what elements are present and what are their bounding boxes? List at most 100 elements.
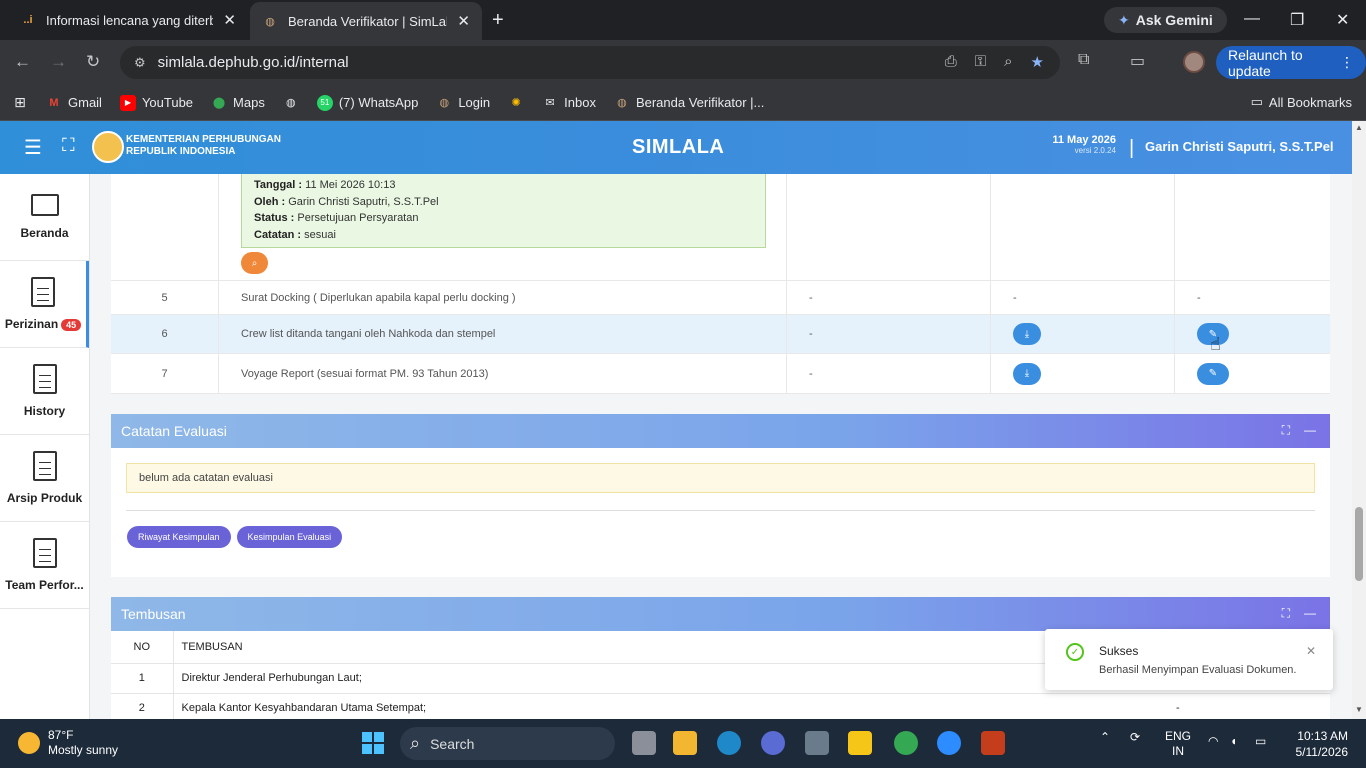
reload-icon[interactable]: ↻: [86, 52, 100, 72]
sidebar-item-history[interactable]: History: [0, 348, 89, 435]
powerpoint-icon[interactable]: [981, 731, 1005, 755]
note-label: Status :: [254, 212, 295, 224]
apps-grid-icon[interactable]: ⊞: [12, 94, 28, 111]
extensions-puzzle-icon[interactable]: ⧉: [1078, 51, 1089, 69]
close-tab-icon[interactable]: ✕: [457, 12, 470, 30]
install-app-icon[interactable]: ⎙: [945, 53, 957, 71]
table-row: 6 Crew list ditanda tangani oleh Nahkoda…: [111, 315, 1330, 354]
bookmark-globe[interactable]: ◍: [283, 95, 299, 111]
close-tab-icon[interactable]: ✕: [223, 11, 236, 29]
scroll-down-arrow-icon[interactable]: ▼: [1355, 705, 1363, 714]
scroll-up-arrow-icon[interactable]: ▲: [1355, 123, 1363, 132]
relaunch-to-update-button[interactable]: Relaunch to update ⋮: [1216, 46, 1366, 79]
back-arrow-icon[interactable]: ←: [14, 52, 31, 72]
fullscreen-icon[interactable]: ⛶: [62, 135, 75, 156]
search-history-button[interactable]: ⌕: [241, 252, 268, 274]
riwayat-kesimpulan-button[interactable]: Riwayat Kesimpulan: [127, 526, 231, 548]
zoom-icon[interactable]: ⌕: [1004, 53, 1012, 71]
clock[interactable]: 10:13 AM 5/11/2026: [1290, 728, 1349, 760]
bookmark-login[interactable]: ◍ Login: [436, 95, 491, 111]
document-icon: [32, 451, 57, 481]
taskbar-search[interactable]: ⌕ Search: [400, 727, 615, 760]
globe-icon: ◍: [286, 97, 296, 109]
file-explorer-icon[interactable]: [673, 731, 697, 755]
ministry-logo: [92, 131, 124, 163]
bookmark-star-icon[interactable]: ★: [1031, 53, 1044, 71]
sidebar-item-label: Perizinan: [4, 317, 59, 331]
forward-arrow-icon[interactable]: →: [50, 52, 67, 72]
document-table: Tanggal : 11 Mei 2026 10:13 Oleh : Garin…: [111, 174, 1330, 394]
hamburger-menu-icon[interactable]: ☰: [24, 135, 42, 160]
kesimpulan-evaluasi-button[interactable]: Kesimpulan Evaluasi: [236, 526, 343, 548]
tray-overflow-icon[interactable]: ⌃: [1100, 730, 1110, 744]
sidebar-item-perizinan[interactable]: Perizinan 45: [0, 261, 89, 348]
download-button[interactable]: ⤓: [1013, 362, 1041, 385]
tab-search-icon[interactable]: ▭: [1130, 51, 1145, 71]
weather-widget[interactable]: 87°F Mostly sunny: [18, 728, 118, 758]
battery-icon[interactable]: ▭: [1255, 734, 1266, 748]
row-col3: ⤓: [991, 354, 1175, 393]
bookmark-youtube[interactable]: ▶ YouTube: [119, 94, 193, 111]
download-button[interactable]: ⤓: [1013, 323, 1041, 345]
windows-start-icon[interactable]: [362, 732, 384, 754]
all-bookmarks-button[interactable]: ▭ All Bookmarks: [1251, 94, 1352, 110]
collapse-minus-icon[interactable]: —: [1304, 423, 1316, 438]
bookmark-pinwheel[interactable]: ✺: [508, 95, 524, 111]
bookmark-beranda[interactable]: ◍ Beranda Verifikator |...: [614, 95, 764, 111]
sidebar-item-arsip-produk[interactable]: Arsip Produk: [0, 435, 89, 522]
row-no: 7: [111, 354, 219, 393]
tab-informasi-lencana[interactable]: ..i Informasi lencana yang diterbit ✕: [8, 0, 248, 40]
tab-beranda-verifikator[interactable]: ◍ Beranda Verifikator | SimLala ✕: [250, 2, 482, 40]
all-bookmarks-label: All Bookmarks: [1268, 94, 1352, 110]
edit-button[interactable]: ✎: [1197, 362, 1229, 385]
sidebar-item-team-performance[interactable]: Team Perfor...: [0, 522, 89, 609]
site-favicon-icon: ..i: [23, 14, 33, 26]
bookmark-label: Login: [458, 95, 491, 110]
page-scrollbar[interactable]: ▲ ▼: [1352, 121, 1366, 719]
address-bar[interactable]: ⚙ simlala.dephub.go.id/internal ⎙ ⚿ ⌕ ★: [120, 46, 1060, 79]
folder-icon: ▭: [1250, 94, 1263, 109]
bookmark-whatsapp[interactable]: 51 (7) WhatsApp: [316, 94, 418, 111]
password-key-icon[interactable]: ⚿: [975, 53, 986, 71]
row-col4: [1175, 174, 1330, 280]
profile-avatar[interactable]: [1183, 51, 1205, 73]
scrollbar-thumb[interactable]: [1355, 507, 1363, 581]
bookmark-inbox[interactable]: ✉ Inbox: [542, 95, 596, 111]
relaunch-label: Relaunch to update: [1228, 46, 1303, 79]
expand-icon[interactable]: ⛶: [1282, 423, 1290, 438]
collapse-minus-icon[interactable]: —: [1304, 606, 1316, 621]
toast-title: Sukses: [1099, 644, 1139, 658]
bookmark-maps[interactable]: ⬤ Maps: [211, 95, 265, 111]
camera-icon[interactable]: [805, 731, 829, 755]
wifi-icon[interactable]: ◠: [1208, 734, 1218, 748]
minimize-icon[interactable]: —: [1244, 10, 1260, 28]
app-icon[interactable]: [761, 731, 785, 755]
edge-icon[interactable]: [717, 731, 741, 755]
sticky-notes-icon[interactable]: [848, 731, 872, 755]
whatsapp-icon: 51: [316, 94, 333, 111]
maximize-icon[interactable]: ❐: [1290, 10, 1304, 30]
note-tanggal: Tanggal : 11 Mei 2026 10:13: [254, 177, 753, 194]
sidebar-item-beranda[interactable]: Beranda: [0, 174, 89, 261]
task-view-icon[interactable]: [632, 731, 656, 755]
ask-gemini-button[interactable]: ✦ Ask Gemini: [1104, 7, 1227, 33]
new-tab-plus-icon[interactable]: +: [492, 9, 504, 32]
row-col2: [787, 174, 991, 280]
weather-desc: Mostly sunny: [48, 743, 119, 757]
bookmark-gmail[interactable]: M Gmail: [46, 95, 102, 111]
user-name[interactable]: Garin Christi Saputri, S.S.T.Pel: [1145, 139, 1334, 154]
toast-close-icon[interactable]: ✕: [1306, 644, 1316, 658]
search-icon: ⌕: [251, 257, 258, 269]
note-label: Oleh :: [254, 195, 286, 208]
volume-icon[interactable]: ◖: [1230, 734, 1237, 748]
expand-icon[interactable]: ⛶: [1282, 606, 1290, 621]
ministry-line2: REPUBLIK INDONESIA: [126, 146, 236, 157]
site-info-icon[interactable]: ⚙: [134, 55, 146, 71]
close-window-icon[interactable]: ✕: [1336, 10, 1349, 30]
language-indicator[interactable]: ENG IN: [1165, 729, 1191, 759]
windows-taskbar: 87°F Mostly sunny ⌕ Search ⌃ ⟳ ENG IN ◠ …: [0, 719, 1366, 768]
sync-icon[interactable]: ⟳: [1130, 730, 1140, 744]
row-no-cell: [111, 174, 219, 280]
zoom-app-icon[interactable]: [937, 731, 961, 755]
chrome-icon[interactable]: [894, 731, 918, 755]
